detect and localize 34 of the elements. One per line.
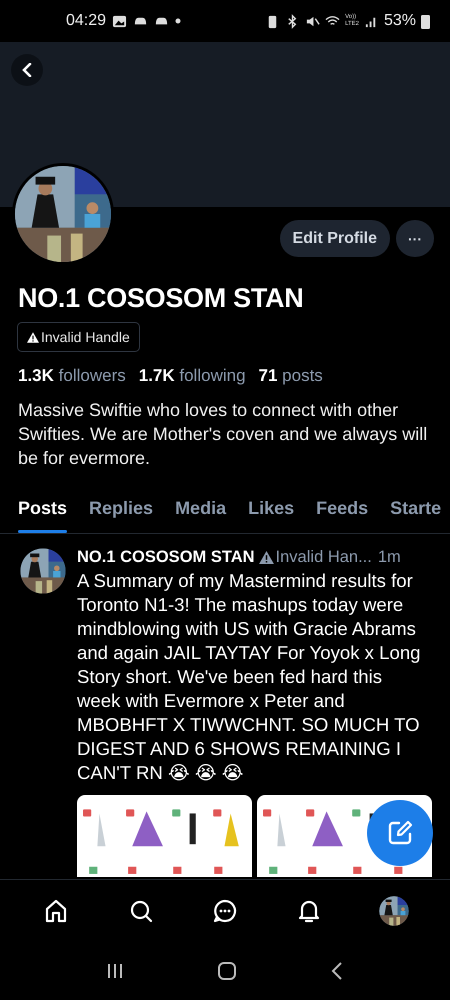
more-button[interactable]: ··· — [396, 220, 434, 257]
back-icon — [21, 63, 33, 77]
image-icon — [112, 14, 128, 28]
tab[interactable]: Starte — [379, 498, 450, 533]
recent-apps-icon[interactable] — [106, 962, 124, 980]
home-button-icon[interactable] — [216, 960, 237, 980]
stat-count: 1.7K following — [138, 366, 246, 386]
tab-indicator — [18, 530, 68, 533]
battery-icon — [421, 14, 430, 28]
back-button[interactable] — [11, 54, 43, 86]
edit-profile-button[interactable]: Edit Profile — [280, 220, 390, 257]
dot-icon — [175, 18, 182, 24]
stat-count: 71 posts — [258, 366, 323, 386]
tab[interactable]: Media — [164, 498, 238, 533]
post-time: 1m — [378, 548, 401, 567]
chat-bubble-icon — [212, 898, 238, 924]
back-icon[interactable] — [330, 960, 344, 980]
tab[interactable]: Feeds — [305, 498, 380, 533]
clock: 04:29 — [66, 12, 106, 30]
tab[interactable]: Replies — [78, 498, 164, 533]
compose-icon — [386, 819, 414, 847]
handle-text: Invalid Handle — [41, 329, 130, 345]
battery-percent: 53% — [384, 12, 416, 30]
profile-tab[interactable] — [378, 896, 409, 926]
profile-bio: Massive Swiftie who loves to connect with other Swifties. We are Mother's coven and we always will be for evermore. — [18, 399, 428, 470]
post-author: NO.1 COSOSOM STAN — [77, 548, 255, 567]
stat-count: 1.3K followers — [18, 366, 126, 386]
post-text: A Summary of my Mastermind results for Toronto N1-3! The mashups today were mindblowing with US with Gracie Abrams and again JAIL TAYTAY For Yoyok x Long Story short. We've been fed hard this week with Evermore x Peter and MBOBHFT X TIWWCHNT. SO MUCH TO DIGEST AND 6 SHOWS REMAINING I CAN'T RN 😭 😭 😭 — [77, 570, 421, 783]
profile-name: NO.1 COSOSOM STAN — [18, 283, 304, 314]
post-handle: Invalid Han... — [276, 548, 372, 567]
tab[interactable]: Likes — [237, 498, 306, 533]
tab[interactable]: Posts — [7, 498, 78, 533]
warning-icon — [258, 551, 274, 564]
warning-icon — [27, 332, 39, 342]
